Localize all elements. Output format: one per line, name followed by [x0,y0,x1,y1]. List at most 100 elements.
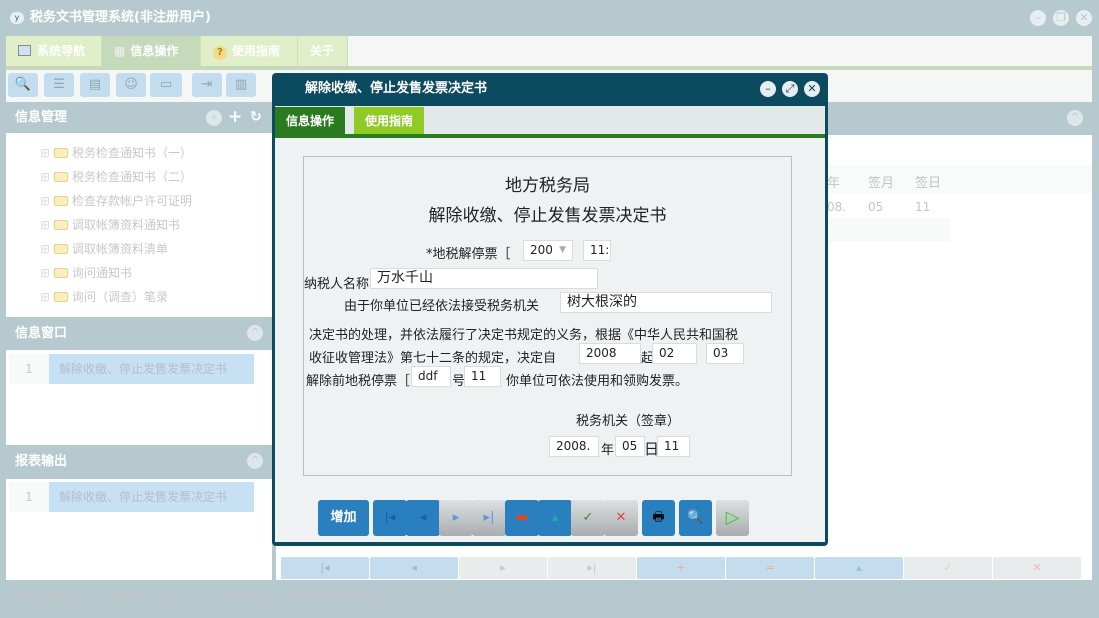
from-year-input[interactable]: 2008 [579,343,641,364]
nav-prev-button[interactable]: ◂ [370,557,458,579]
add-button[interactable]: 增加 [318,500,369,536]
document-form: 地方税务局 解除收缴、停止发售发票决定书 *地税解停票［ 200 ▼ 11: 纳税… [303,156,792,476]
column-header: 年 [827,176,841,191]
doc-no-input[interactable]: 11: [583,240,611,261]
nav-first-button[interactable]: |◂ [281,557,369,579]
dialog: 解除收缴、停止发售发票决定书 – ⤢ ✕ 信息操作 使用指南 地方税务局 解除收… [272,73,828,546]
prev-record-button[interactable]: ◂ [406,500,440,536]
label-year: 年 [601,443,615,458]
dialog-tab-divider [275,134,825,138]
authority-input[interactable]: 树大根深的 [560,292,772,313]
dialog-tab-info-ops[interactable]: 信息操作 [275,107,346,134]
nav-add-button[interactable]: + [637,557,725,579]
tree-item[interactable]: ⊞ 调取帐簿资料通知书 [40,213,192,237]
delete-button[interactable]: ▬ [505,500,539,536]
nav-cancel-button[interactable]: ✕ [993,557,1081,579]
refresh-icon[interactable]: ↻ [250,109,262,125]
column-header: 签日 [915,176,942,191]
grid-icon: ▦ [114,44,126,58]
print-icon[interactable]: ▥ [226,73,256,97]
folder-icon [54,268,68,278]
add-icon[interactable]: + [228,107,242,127]
restore-icon[interactable]: ❐ [1053,10,1069,26]
tab-info-ops[interactable]: ▦ 信息操作 [102,36,201,66]
grid-cell[interactable]: 11 [915,200,930,214]
print-icon[interactable]: 🖶 [642,500,675,536]
up-button[interactable]: ▴ [538,500,572,536]
tree-item[interactable]: ⊞ 检查存款帐户许可证明 [40,189,192,213]
sign-month-input[interactable]: 05 [615,436,645,457]
label-doc-no: *地税解停票［ [426,247,511,262]
dialog-tabs: 信息操作 使用指南 [275,106,825,134]
tree-item[interactable]: ⊞ 税务检查通知书（一） [40,141,192,165]
app-title: 税务文书管理系统(非注册用户) [30,10,211,25]
user-icon[interactable]: ☺ [116,73,146,97]
window-icon [18,45,31,56]
ref-a-input[interactable]: ddf [411,366,451,387]
list-icon[interactable]: ☰ [44,73,74,97]
close-icon[interactable]: ✕ [804,81,820,97]
back-icon[interactable]: ‹ [206,110,222,126]
nav-up-button[interactable]: ▴ [815,557,903,579]
label-number: 号 [452,374,464,389]
main-tabs: 系统导航 ▦ 信息操作 ? 使用指南 关于 [6,36,1092,66]
list-item[interactable]: 1 解除收缴、停止发售发票决定书 [9,482,254,512]
first-record-button[interactable]: |◂ [373,500,407,536]
tree-item[interactable]: ⊞ 询问（调查）笔录 [40,285,192,309]
next-record-button[interactable]: ▸ [439,500,473,536]
collapse-icon[interactable]: ^ [247,453,263,469]
help-icon: ? [213,46,227,60]
from-day-input[interactable]: 03 [706,343,744,364]
form-title-bureau: 地方税务局 [505,176,590,196]
info-window-header: 信息窗口 [6,317,272,350]
title-bar: 税务文书管理系统(非注册用户) [0,0,1099,36]
nav-delete-button[interactable]: = [726,557,814,579]
tree-item[interactable]: ⊞ 税务检查通知书（二） [40,165,192,189]
tree-item[interactable]: ⊞ 询问通知书 [40,261,192,285]
grid-cell[interactable]: 08. [827,200,846,214]
dialog-title: 解除收缴、停止发售发票决定书 [305,81,488,96]
tab-guide[interactable]: ? 使用指南 [201,36,298,66]
tab-system-nav[interactable]: 系统导航 [6,36,102,66]
confirm-button[interactable]: ✓ [571,500,605,536]
sign-year-input[interactable]: 2008. [549,436,599,457]
minimize-icon[interactable]: – [1030,10,1046,26]
tree: ⊞ 税务检查通知书（一） ⊞ 税务检查通知书（二） ⊞ 检查存款帐户许可证明 ⊞ 调取帐… [40,141,192,309]
close-icon[interactable]: ✕ [1076,10,1092,26]
label-taxpayer: 纳税人名称 [304,277,370,292]
folder-icon [54,292,68,302]
sign-day-input[interactable]: 11 [657,436,690,457]
status-bar: 当前记录数 1 操作者:Admin 本系统支持二次开发和全新开发! [10,591,385,605]
report-header: 报表输出 [6,445,272,479]
cancel-button[interactable]: ✕ [604,500,638,536]
year-select[interactable]: 200 ▼ [523,240,573,261]
paragraph-line-1: 决定书的处理，并依法履行了决定书规定的义务，根据《中华人民共和国税 [309,328,739,343]
dialog-tab-guide[interactable]: 使用指南 [354,107,425,134]
column-header: 签月 [868,176,895,191]
list-item[interactable]: 1 解除收缴、停止发售发票决定书 [9,354,254,384]
ref-b-input[interactable]: 11 [464,366,501,387]
document-icon[interactable]: ▤ [80,73,110,97]
monitor-icon[interactable]: ▭ [150,73,182,97]
nav-confirm-button[interactable]: ✓ [904,557,992,579]
grid-cell[interactable]: 05 [868,200,883,214]
taxpayer-input[interactable]: 万水千山 [370,268,598,289]
play-icon[interactable]: ▷ [716,500,749,536]
export-icon[interactable]: ⇥ [192,73,222,97]
search-icon[interactable]: 🔍 [8,73,38,97]
collapse-icon[interactable]: ^ [1067,110,1083,126]
nav-last-button[interactable]: ▸| [548,557,636,579]
tree-item[interactable]: ⊞ 调取帐簿资料清单 [40,237,192,261]
grid-row-empty [827,218,950,242]
maximize-icon[interactable]: ⤢ [782,81,798,97]
minimize-icon[interactable]: – [760,81,776,97]
last-record-button[interactable]: ▸| [472,500,506,536]
collapse-icon[interactable]: ^ [247,325,263,341]
folder-icon [54,244,68,254]
dialog-body: 信息操作 使用指南 地方税务局 解除收缴、停止发售发票决定书 *地税解停票［ 2… [275,106,825,542]
tab-about[interactable]: 关于 [298,36,348,66]
paragraph-line-3: 解除前地税停票［ [306,374,411,389]
from-month-input[interactable]: 02 [652,343,697,364]
preview-icon[interactable]: 🔍 [679,500,712,536]
nav-next-button[interactable]: ▸ [459,557,547,579]
